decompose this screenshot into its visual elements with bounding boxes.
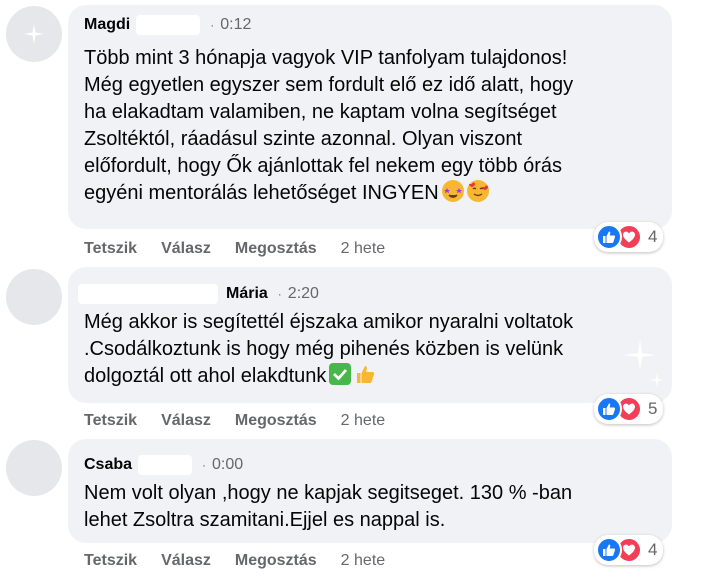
like-reaction-icon	[596, 537, 622, 563]
comment-actions: Tetszik Válasz Megosztás 2 hete	[84, 412, 385, 430]
reaction-count: 4	[648, 540, 658, 559]
comment-text-content: Több mint 3 hónapja vagyok VIP tanfolyam…	[84, 47, 574, 204]
redacted-name	[136, 15, 201, 35]
avatar[interactable]	[6, 269, 62, 325]
avatar[interactable]	[6, 6, 62, 62]
author-name[interactable]: Mária	[226, 285, 268, 303]
like-button[interactable]: Tetszik	[84, 412, 137, 430]
author-name[interactable]: Csaba	[84, 456, 132, 474]
sparkle-icon	[650, 373, 664, 387]
reaction-count: 5	[648, 399, 658, 418]
reply-button[interactable]: Válasz	[161, 412, 211, 430]
sparkle-icon	[24, 24, 44, 44]
reaction-summary[interactable]: 4	[594, 222, 664, 252]
video-timestamp[interactable]: 0:12	[220, 16, 251, 34]
smiling-face-with-hearts-icon	[466, 180, 489, 202]
reply-button[interactable]: Válasz	[161, 240, 211, 258]
comment-actions: Tetszik Válasz Megosztás 2 hete	[84, 552, 385, 570]
share-button[interactable]: Megosztás	[235, 552, 317, 570]
like-reaction-icon	[596, 396, 622, 422]
comment-bubble: Csaba · 0:00 Nem volt olyan ,hogy ne kap…	[68, 439, 672, 543]
share-button[interactable]: Megosztás	[235, 240, 317, 258]
comment-age[interactable]: 2 hete	[341, 240, 385, 258]
redacted-name	[78, 284, 218, 304]
sparkle-icon	[624, 339, 656, 371]
comment-bubble: Mária · 2:20 Még akkor is segítettél éjs…	[68, 267, 672, 403]
comment-actions: Tetszik Válasz Megosztás 2 hete	[84, 240, 385, 258]
separator-dot: ·	[202, 458, 207, 472]
author-name[interactable]: Magdi	[84, 16, 130, 34]
comment-age[interactable]: 2 hete	[341, 412, 385, 430]
share-button[interactable]: Megosztás	[235, 412, 317, 430]
like-button[interactable]: Tetszik	[84, 552, 137, 570]
avatar[interactable]	[6, 440, 62, 496]
video-timestamp[interactable]: 2:20	[288, 285, 319, 303]
reply-button[interactable]: Válasz	[161, 552, 211, 570]
star-struck-icon	[441, 180, 464, 202]
reaction-summary[interactable]: 5	[594, 394, 664, 424]
comment-text: Még akkor is segítettél éjszaka amikor n…	[84, 309, 573, 390]
comment-age[interactable]: 2 hete	[341, 552, 385, 570]
thumbs-up-icon	[354, 363, 376, 385]
like-button[interactable]: Tetszik	[84, 240, 137, 258]
redacted-name	[138, 455, 193, 475]
like-reaction-icon	[596, 224, 622, 250]
reaction-summary[interactable]: 4	[594, 535, 664, 565]
separator-dot: ·	[277, 287, 282, 301]
separator-dot: ·	[210, 18, 215, 32]
reaction-count: 4	[648, 227, 658, 246]
check-mark-button-icon	[329, 363, 352, 385]
comment-bubble: Magdi · 0:12 Több mint 3 hónapja vagyok …	[68, 5, 672, 229]
comment-text: Nem volt olyan ,hogy ne kapjak segitsege…	[84, 480, 572, 534]
video-timestamp[interactable]: 0:00	[212, 456, 243, 474]
comment-text-content: Nem volt olyan ,hogy ne kapjak segitsege…	[84, 482, 573, 531]
comment-text: Több mint 3 hónapja vagyok VIP tanfolyam…	[84, 45, 573, 207]
